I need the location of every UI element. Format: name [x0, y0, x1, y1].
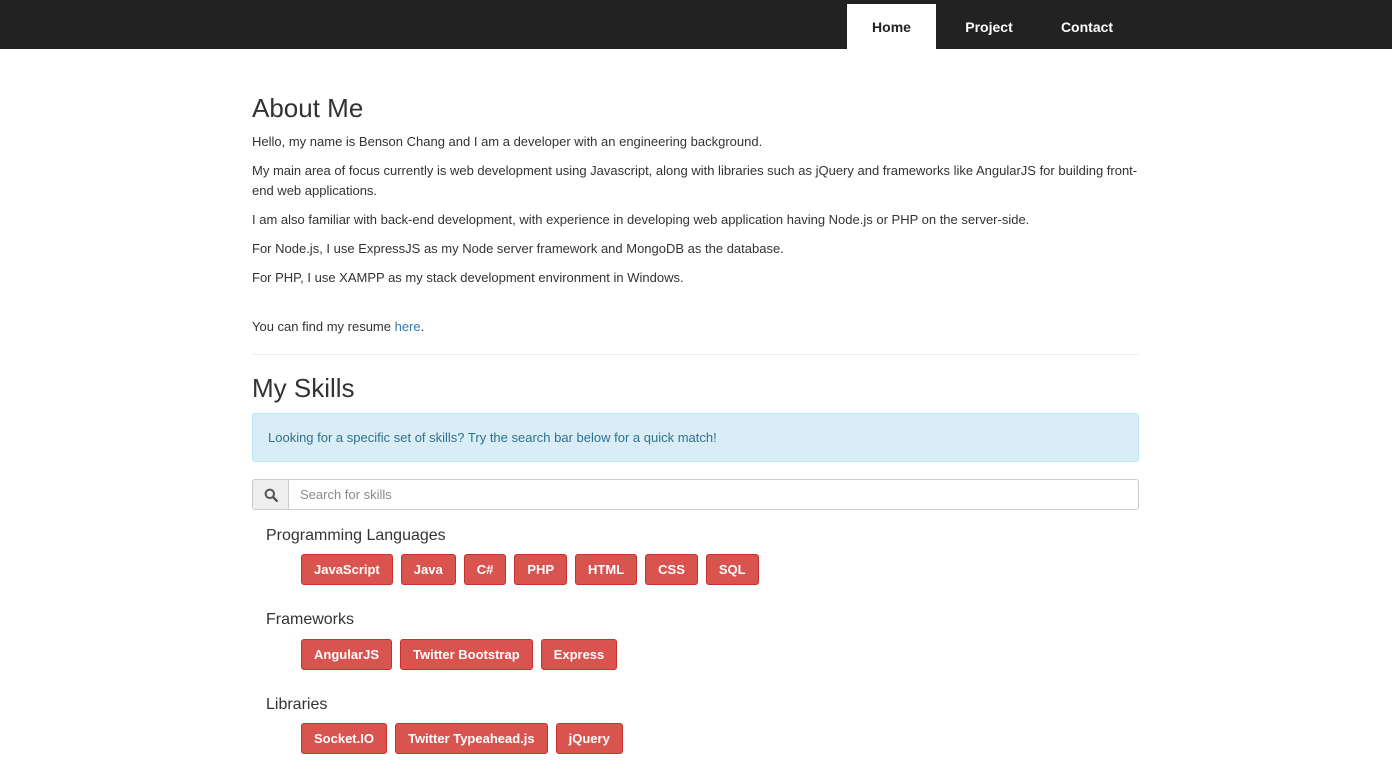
skill-badge[interactable]: Socket.IO [301, 723, 387, 754]
skills-title: My Skills [252, 373, 355, 403]
about-paragraph: Hello, my name is Benson Chang and I am … [252, 134, 763, 149]
about-paragraph: I am also familiar with back-end develop… [252, 212, 1030, 227]
category-title-frameworks: Frameworks [266, 611, 355, 628]
category-title-programming-languages: Programming Languages [266, 527, 446, 544]
nav-home[interactable]: Home [847, 4, 936, 49]
skill-badge[interactable]: Java [400, 554, 456, 585]
skills-search-input[interactable] [288, 479, 1139, 510]
about-paragraph: My main area of focus currently is web d… [252, 163, 1138, 198]
section-divider [252, 354, 1139, 355]
category-title-libraries: Libraries [266, 696, 328, 713]
skill-badge[interactable]: jQuery [555, 723, 623, 754]
skill-badge[interactable]: JavaScript [301, 554, 393, 585]
about-title: About Me [252, 93, 364, 123]
about-paragraph: For PHP, I use XAMPP as my stack develop… [252, 270, 684, 285]
about-paragraph: For Node.js, I use ExpressJS as my Node … [252, 241, 784, 256]
skill-badge[interactable]: AngularJS [301, 639, 393, 670]
skills-search-group [252, 479, 1139, 510]
skill-badge[interactable]: HTML [575, 554, 638, 585]
skill-badge[interactable]: PHP [514, 554, 568, 585]
nav-contact[interactable]: Contact [1042, 4, 1132, 49]
nav-project[interactable]: Project [945, 4, 1033, 49]
top-navbar: Home Project Contact [0, 0, 1392, 49]
resume-text: You can find my resume [252, 319, 395, 334]
skills-list-libraries: Socket.IO Twitter Typeahead.js jQuery [301, 723, 623, 754]
skill-badge[interactable]: Twitter Typeahead.js [394, 723, 548, 754]
skills-info-alert: Looking for a specific set of skills? Tr… [252, 413, 1139, 462]
skill-badge[interactable]: Twitter Bootstrap [400, 639, 533, 670]
resume-suffix: . [420, 319, 425, 334]
skill-badge[interactable]: Express [540, 639, 618, 670]
skill-badge[interactable]: SQL [705, 554, 759, 585]
skill-badge[interactable]: CSS [645, 554, 698, 585]
skills-list-frameworks: AngularJS Twitter Bootstrap Express [301, 639, 618, 670]
skills-list-programming-languages: JavaScript Java C# PHP HTML CSS SQL [301, 554, 759, 585]
search-icon [252, 479, 288, 510]
skill-badge[interactable]: C# [463, 554, 507, 585]
resume-paragraph: You can find my resume here. [252, 317, 1139, 337]
resume-link[interactable]: here [395, 319, 421, 334]
alert-text: Looking for a specific set of skills? Tr… [268, 430, 717, 445]
